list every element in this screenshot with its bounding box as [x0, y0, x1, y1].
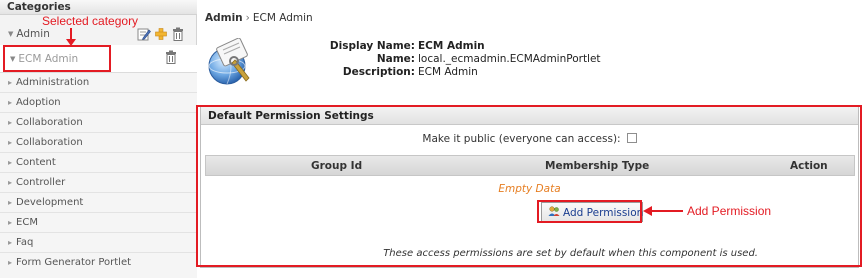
edit-icon[interactable]	[137, 27, 151, 41]
annotation-add-permission: Add Permission	[687, 204, 772, 218]
expand-arrow-icon: ▸	[8, 118, 13, 127]
display-name-key: Display Name:	[329, 40, 415, 52]
category-item-label: Administration	[16, 77, 90, 88]
categories-sidebar: Categories ▼ Admin ▼ ECM Admin ▸ Adminis…	[0, 0, 197, 278]
name-key: Name:	[376, 53, 415, 65]
category-item-label: Content	[16, 157, 56, 168]
expand-arrow-icon: ▸	[8, 98, 13, 107]
display-name-value: ECM Admin	[418, 40, 485, 52]
description-row: Description: ECM Admin	[280, 66, 478, 78]
annotation-selected-category: Selected category	[42, 14, 139, 28]
category-item-label: ECM	[16, 217, 38, 228]
description-value: ECM Admin	[418, 66, 478, 78]
annotation-highlight-box	[3, 45, 111, 72]
category-item[interactable]: ▸ Controller	[0, 173, 197, 193]
breadcrumb-separator: ›	[245, 12, 250, 24]
name-row: Name: local._ecmadmin.ECMAdminPortlet	[280, 53, 601, 65]
expand-arrow-icon: ▸	[8, 238, 13, 247]
name-value: local._ecmadmin.ECMAdminPortlet	[418, 53, 601, 65]
annotation-arrow-left-icon	[643, 206, 683, 216]
breadcrumb-root[interactable]: Admin	[205, 12, 243, 24]
category-item[interactable]: ▸ Administration	[0, 73, 197, 93]
category-item[interactable]: ▸ Form Generator Portlet	[0, 253, 197, 278]
category-item[interactable]: ▸ ECM	[0, 213, 197, 233]
annotation-arrow-down-icon	[66, 28, 76, 46]
category-item[interactable]: ▸ Adoption	[0, 93, 197, 113]
breadcrumb-current: ECM Admin	[252, 12, 313, 24]
breadcrumb: Admin › ECM Admin	[205, 12, 313, 24]
categories-title: Categories	[7, 1, 71, 13]
category-item[interactable]: ▸ Content	[0, 153, 197, 173]
category-item-label: Collaboration	[16, 137, 83, 148]
annotation-highlight-box	[537, 200, 642, 223]
expand-arrow-icon: ▼	[8, 30, 14, 38]
expand-arrow-icon: ▸	[8, 78, 13, 87]
category-item[interactable]: ▸ Collaboration	[0, 133, 197, 153]
display-name-row: Display Name: ECM Admin	[280, 40, 485, 52]
add-icon[interactable]	[154, 27, 168, 41]
expand-arrow-icon: ▸	[8, 138, 13, 147]
category-item[interactable]: ▸ Faq	[0, 233, 197, 253]
trash-icon[interactable]	[165, 50, 177, 64]
expand-arrow-icon: ▸	[8, 258, 13, 267]
expand-arrow-icon: ▸	[8, 178, 13, 187]
expand-arrow-icon: ▸	[8, 198, 13, 207]
category-item-label: Controller	[16, 177, 66, 188]
category-item[interactable]: ▸ Collaboration	[0, 113, 197, 133]
description-key: Description:	[342, 66, 415, 78]
category-item-label: Adoption	[16, 97, 61, 108]
expand-arrow-icon: ▸	[8, 218, 13, 227]
category-admin-label: Admin	[16, 28, 50, 40]
category-toolbar	[137, 27, 185, 41]
expand-arrow-icon: ▸	[8, 158, 13, 167]
category-item-label: Development	[16, 197, 84, 208]
category-item[interactable]: ▸ Development	[0, 193, 197, 213]
category-item-label: Form Generator Portlet	[16, 257, 132, 268]
category-item-label: Faq	[16, 237, 34, 248]
trash-icon[interactable]	[171, 27, 185, 41]
portlet-settings-icon	[208, 38, 250, 85]
annotation-highlight-box	[196, 105, 862, 267]
categories-header: Categories	[0, 0, 197, 15]
category-item-label: Collaboration	[16, 117, 83, 128]
